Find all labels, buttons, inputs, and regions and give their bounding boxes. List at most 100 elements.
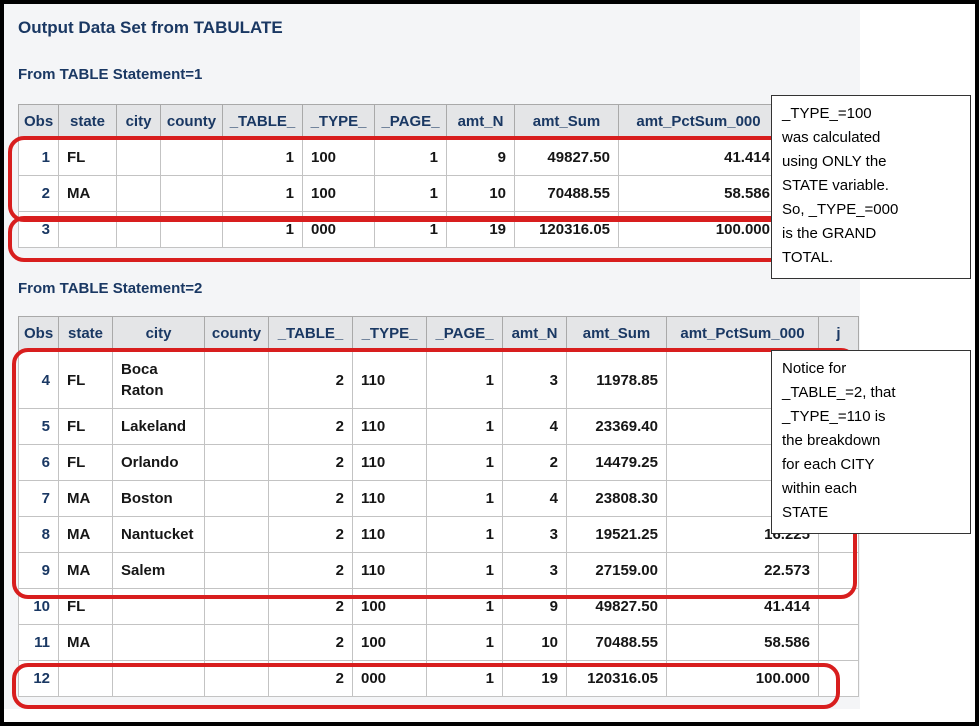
column-header: j: [819, 317, 859, 352]
table-cell: 2: [269, 589, 353, 625]
table-cell: [819, 661, 859, 697]
table-row: 11MA210011070488.5558.586: [19, 625, 859, 661]
table-cell: 14479.25: [567, 445, 667, 481]
table-cell: 1: [427, 352, 503, 409]
table-row: 2MA110011070488.5558.586: [19, 176, 779, 212]
table-cell: Nantucket: [113, 517, 205, 553]
table-cell: 2: [269, 661, 353, 697]
table-cell: MA: [59, 625, 113, 661]
table-row: 6FLOrlando21101214479.25: [19, 445, 859, 481]
table-cell: 120316.05: [567, 661, 667, 697]
table-cell: [113, 661, 205, 697]
column-header: amt_Sum: [567, 317, 667, 352]
table-cell: 100: [303, 176, 375, 212]
table-row: 10FL21001949827.5041.414: [19, 589, 859, 625]
table-cell: [59, 212, 117, 248]
column-header: state: [59, 105, 117, 140]
table-cell: [113, 589, 205, 625]
table-cell: [205, 661, 269, 697]
table-cell: 110: [353, 553, 427, 589]
table-cell: 110: [353, 409, 427, 445]
table-cell: 9: [503, 589, 567, 625]
table-cell: Boca Raton: [113, 352, 205, 409]
section-1-label: From TABLE Statement=1: [18, 66, 202, 83]
table-cell: 2: [269, 409, 353, 445]
column-header: amt_Sum: [515, 105, 619, 140]
table-cell: 3: [19, 212, 59, 248]
table-row: 7MABoston21101423808.30: [19, 481, 859, 517]
table-cell: [161, 140, 223, 176]
table-cell: [113, 625, 205, 661]
callout-type100-explanation: _TYPE_=100 was calculated using ONLY the…: [771, 95, 971, 279]
table-row: 8MANantucket21101319521.2516.225: [19, 517, 859, 553]
table-cell: [161, 212, 223, 248]
table-cell: 110: [353, 352, 427, 409]
table-cell: 100.000: [619, 212, 779, 248]
table-cell: 6: [19, 445, 59, 481]
table-cell: 70488.55: [515, 176, 619, 212]
table-cell: 4: [503, 481, 567, 517]
table-cell: [819, 625, 859, 661]
column-header: amt_PctSum_000: [667, 317, 819, 352]
table-cell: 10: [19, 589, 59, 625]
column-header: city: [113, 317, 205, 352]
table-cell: [819, 553, 859, 589]
table-cell: 100.000: [667, 661, 819, 697]
table-cell: 1: [375, 140, 447, 176]
header-row: Obsstatecitycounty_TABLE__TYPE__PAGE_amt…: [19, 105, 779, 140]
table-cell: 100: [353, 589, 427, 625]
table-cell: 10: [447, 176, 515, 212]
table-cell: 1: [427, 445, 503, 481]
table-cell: 1: [223, 140, 303, 176]
table-cell: 1: [375, 176, 447, 212]
section-2-label: From TABLE Statement=2: [18, 280, 202, 297]
column-header: state: [59, 317, 113, 352]
table-row: 5FLLakeland21101423369.40: [19, 409, 859, 445]
table-cell: 1: [375, 212, 447, 248]
table-cell: 23369.40: [567, 409, 667, 445]
table-cell: 4: [503, 409, 567, 445]
table-cell: 19: [447, 212, 515, 248]
output-table-1: Obsstatecitycounty_TABLE__TYPE__PAGE_amt…: [18, 104, 779, 248]
table-cell: 27159.00: [567, 553, 667, 589]
table-cell: [205, 481, 269, 517]
table-cell: 100: [303, 140, 375, 176]
table-cell: [205, 445, 269, 481]
table-cell: 1: [427, 517, 503, 553]
column-header: amt_N: [447, 105, 515, 140]
table-cell: 2: [269, 553, 353, 589]
table-cell: [117, 140, 161, 176]
column-header: _TABLE_: [269, 317, 353, 352]
output-table-2: Obsstatecitycounty_TABLE__TYPE__PAGE_amt…: [18, 316, 859, 697]
table-cell: MA: [59, 553, 113, 589]
column-header: _TYPE_: [303, 105, 375, 140]
table-cell: 8: [19, 517, 59, 553]
table-row: 31000119120316.05100.000: [19, 212, 779, 248]
column-header: _TYPE_: [353, 317, 427, 352]
table-cell: 11: [19, 625, 59, 661]
table-cell: Orlando: [113, 445, 205, 481]
table-cell: 22.573: [667, 553, 819, 589]
table-cell: [205, 352, 269, 409]
table-cell: 70488.55: [567, 625, 667, 661]
table-cell: 2: [269, 517, 353, 553]
table-cell: 1: [19, 140, 59, 176]
table-cell: FL: [59, 589, 113, 625]
table-cell: [117, 176, 161, 212]
table-cell: 4: [19, 352, 59, 409]
table-cell: 1: [427, 553, 503, 589]
table-cell: [205, 409, 269, 445]
table-cell: 11978.85: [567, 352, 667, 409]
table-cell: [205, 625, 269, 661]
table-cell: 58.586: [619, 176, 779, 212]
table-row: 4FLBoca Raton21101311978.85: [19, 352, 859, 409]
table-row: 1FL11001949827.5041.414: [19, 140, 779, 176]
header-row: Obsstatecitycounty_TABLE__TYPE__PAGE_amt…: [19, 317, 859, 352]
table-cell: 000: [303, 212, 375, 248]
table-cell: [59, 661, 113, 697]
column-header: county: [205, 317, 269, 352]
table-cell: 9: [19, 553, 59, 589]
table-cell: 3: [503, 553, 567, 589]
table-cell: 10: [503, 625, 567, 661]
table-cell: FL: [59, 140, 117, 176]
